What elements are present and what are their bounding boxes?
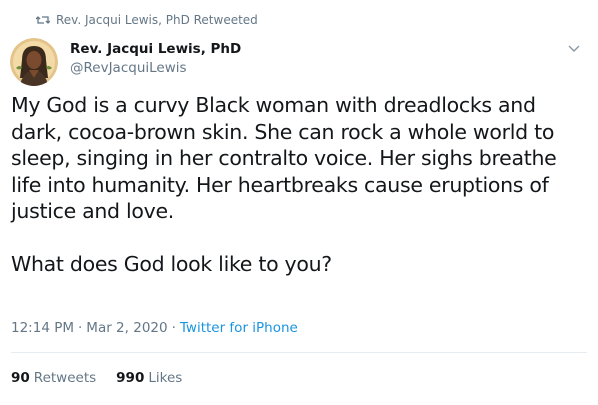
- tweet-meta: 12:14 PM · Mar 2, 2020 · Twitter for iPh…: [11, 320, 298, 336]
- meta-separator: ·: [78, 320, 83, 336]
- retweets-stat[interactable]: 90 Retweets: [11, 370, 96, 386]
- author-block[interactable]: Rev. Jacqui Lewis, PhD @RevJacquiLewis: [70, 40, 241, 77]
- author-handle[interactable]: @RevJacquiLewis: [70, 59, 241, 77]
- divider: [11, 352, 587, 353]
- tweet-time[interactable]: 12:14 PM: [11, 320, 74, 336]
- likes-count: 990: [116, 370, 145, 386]
- retweets-count: 90: [11, 370, 30, 386]
- chevron-down-icon[interactable]: [566, 40, 582, 56]
- tweet-date[interactable]: Mar 2, 2020: [86, 320, 167, 336]
- author-name[interactable]: Rev. Jacqui Lewis, PhD: [70, 40, 241, 58]
- retweet-context[interactable]: Rev. Jacqui Lewis, PhD Retweeted: [35, 12, 258, 28]
- tweet-source-link[interactable]: Twitter for iPhone: [180, 320, 298, 336]
- likes-label: Likes: [148, 370, 183, 386]
- tweet-text: My God is a curvy Black woman with dread…: [11, 93, 557, 276]
- tweet-stats: 90 Retweets 990 Likes: [11, 370, 202, 386]
- avatar[interactable]: [10, 38, 58, 86]
- likes-stat[interactable]: 990 Likes: [116, 370, 182, 386]
- retweets-label: Retweets: [33, 370, 97, 386]
- retweet-context-text: Rev. Jacqui Lewis, PhD Retweeted: [56, 13, 258, 27]
- meta-separator: ·: [171, 320, 176, 336]
- tweet: Rev. Jacqui Lewis, PhD Retweeted Rev. Ja…: [0, 0, 598, 405]
- retweet-icon: [35, 14, 51, 26]
